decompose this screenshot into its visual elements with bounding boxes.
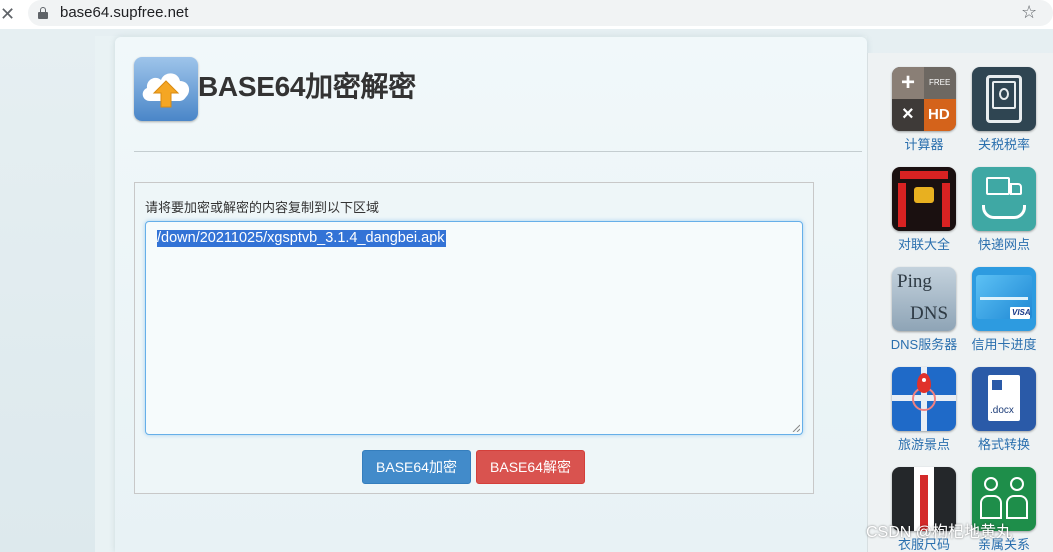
bookmark-star-icon[interactable]: ☆ — [1021, 2, 1037, 22]
sidebar-item-label[interactable]: 快递网点 — [972, 237, 1036, 253]
decode-button[interactable]: BASE64解密 — [476, 450, 585, 484]
calculator-badge-free: FREE — [929, 78, 951, 87]
lock-icon[interactable] — [38, 7, 48, 19]
browser-toolbar: ✕ base64.supfree.net ☆ — [0, 0, 1053, 29]
sidebar-item-label[interactable]: 对联大全 — [892, 237, 956, 253]
close-icon[interactable]: ✕ — [0, 4, 15, 24]
sidebar-item-label[interactable]: 计算器 — [892, 137, 956, 153]
express-icon[interactable] — [972, 167, 1036, 231]
visa-text: VISA — [1012, 308, 1031, 317]
couplet-icon[interactable] — [892, 167, 956, 231]
map-pin-icon[interactable] — [892, 367, 956, 431]
dns-ping-text: Ping — [897, 271, 932, 292]
encode-button[interactable]: BASE64加密 — [362, 450, 471, 484]
form-label: 请将要加密或解密的内容复制到以下区域 — [145, 200, 380, 215]
sidebar-item-label[interactable]: 旅游景点 — [892, 437, 956, 453]
page-title: BASE64加密解密 — [198, 71, 416, 102]
sidebar-item-label[interactable]: 关税税率 — [972, 137, 1036, 153]
sidebar-item-label[interactable]: DNS服务器 — [884, 337, 964, 353]
calculator-badge-hd: HD — [928, 106, 950, 123]
calculator-icon[interactable]: + × FREE HD — [892, 67, 956, 131]
watermark: CSDN @枸杞地黄丸 — [866, 524, 1013, 541]
docx-icon[interactable]: .docx — [972, 367, 1036, 431]
tariff-icon[interactable] — [972, 67, 1036, 131]
sidebar-item-label[interactable]: 格式转换 — [972, 437, 1036, 453]
content-text[interactable]: /down/20211025/xgsptvb_3.1.4_dangbei.apk — [157, 230, 446, 247]
docx-text: .docx — [990, 405, 1014, 416]
dns-icon[interactable]: Ping DNS — [892, 267, 956, 331]
credit-card-icon[interactable]: VISA — [972, 267, 1036, 331]
cloud-upload-icon — [134, 57, 198, 121]
sidebar-item-label[interactable]: 信用卡进度 — [964, 337, 1044, 353]
header-divider — [134, 151, 862, 152]
content-textarea[interactable]: /down/20211025/xgsptvb_3.1.4_dangbei.apk — [145, 221, 803, 435]
resize-handle-icon[interactable] — [792, 424, 800, 432]
url-text[interactable]: base64.supfree.net — [60, 4, 188, 22]
dns-text: DNS — [910, 303, 949, 324]
